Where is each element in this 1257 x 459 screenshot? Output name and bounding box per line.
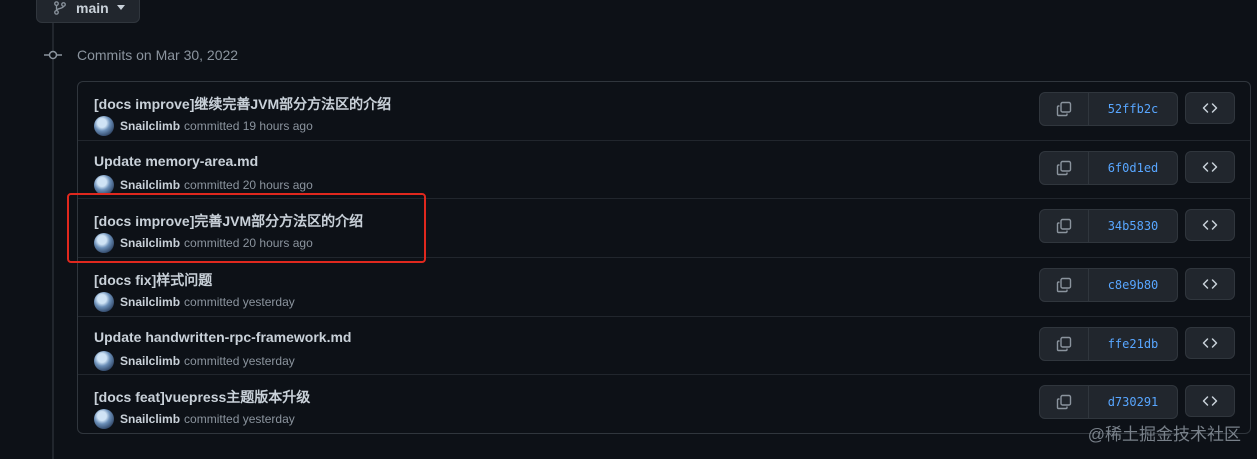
commit-sha-link[interactable]: 6f0d1ed: [1089, 152, 1177, 184]
git-commit-icon: [44, 50, 62, 60]
commit-sha-link[interactable]: 52ffb2c: [1089, 93, 1177, 125]
code-icon: [1202, 220, 1218, 231]
commit-group-title: Commits on Mar 30, 2022: [77, 47, 239, 63]
copy-sha-button[interactable]: [1040, 268, 1089, 301]
browse-repo-button[interactable]: [1185, 385, 1235, 418]
avatar[interactable]: [94, 409, 114, 430]
commit-time: committed yesterday: [184, 353, 295, 368]
commit-time: committed yesterday: [184, 294, 295, 309]
browse-repo-button[interactable]: [1185, 267, 1235, 300]
commit-message-link[interactable]: [docs improve]继续完善JVM部分方法区的介绍: [94, 94, 391, 114]
sha-button-group: 6f0d1ed: [1039, 150, 1178, 185]
branch-selector-button[interactable]: main: [36, 0, 140, 23]
avatar[interactable]: [94, 116, 114, 136]
commit-meta: Snailclimb committed yesterday: [94, 291, 295, 312]
copy-icon: [1056, 219, 1072, 234]
code-icon: [1202, 337, 1218, 348]
commit-meta: Snailclimb committed 20 hours ago: [94, 174, 313, 195]
sha-button-group: 34b5830: [1039, 209, 1178, 244]
browse-repo-button[interactable]: [1185, 326, 1235, 359]
commit-row: Update handwritten-rpc-framework.md Snai…: [78, 317, 1250, 376]
browse-repo-button[interactable]: [1185, 209, 1235, 242]
commit-sha-link[interactable]: d730291: [1089, 386, 1177, 418]
highlight-box: [67, 193, 426, 263]
copy-sha-button[interactable]: [1040, 151, 1089, 184]
author-link[interactable]: Snailclimb: [120, 295, 180, 309]
code-icon: [1202, 161, 1218, 172]
watermark: @稀土掘金技术社区: [1087, 425, 1241, 444]
copy-icon: [1056, 101, 1072, 117]
commit-sha-link[interactable]: c8e9b80: [1089, 269, 1177, 301]
avatar[interactable]: [94, 291, 114, 312]
commit-meta: Snailclimb committed 19 hours ago: [94, 116, 313, 136]
sha-button-group: ffe21db: [1039, 326, 1178, 361]
commit-meta: Snailclimb committed yesterday: [94, 350, 295, 371]
copy-sha-button[interactable]: [1040, 327, 1089, 360]
author-link[interactable]: Snailclimb: [120, 412, 180, 426]
author-link[interactable]: Snailclimb: [120, 178, 180, 192]
copy-icon: [1056, 160, 1072, 175]
git-branch-icon: [54, 0, 66, 15]
avatar[interactable]: [94, 174, 114, 195]
commit-row: [docs improve]继续完善JVM部分方法区的介绍 Snailclimb…: [78, 82, 1250, 141]
copy-icon: [1056, 277, 1072, 293]
code-icon: [1202, 279, 1218, 289]
copy-sha-button[interactable]: [1040, 93, 1089, 125]
copy-icon: [1056, 336, 1072, 351]
commit-row: [docs feat]vuepress主题版本升级 Snailclimb com…: [78, 375, 1250, 434]
commit-row: [docs fix]样式问题 Snailclimb committed yest…: [78, 258, 1250, 317]
commit-message-link[interactable]: Update memory-area.md: [94, 153, 258, 169]
branch-label: main: [76, 0, 109, 16]
commit-sha-link[interactable]: ffe21db: [1089, 328, 1177, 360]
commit-time: committed 19 hours ago: [184, 119, 313, 133]
avatar[interactable]: [94, 350, 114, 371]
author-link[interactable]: Snailclimb: [120, 354, 180, 368]
code-icon: [1202, 103, 1218, 113]
browse-repo-button[interactable]: [1185, 92, 1235, 124]
commit-message-link[interactable]: Update handwritten-rpc-framework.md: [94, 329, 351, 345]
commit-message-link[interactable]: [docs fix]样式问题: [94, 270, 212, 290]
sha-button-group: d730291: [1039, 385, 1178, 420]
timeline-line: [52, 0, 54, 459]
commit-meta: Snailclimb committed yesterday: [94, 409, 295, 430]
sha-button-group: 52ffb2c: [1039, 92, 1178, 126]
sha-button-group: c8e9b80: [1039, 267, 1178, 302]
commit-message-link[interactable]: [docs feat]vuepress主题版本升级: [94, 387, 310, 407]
commit-sha-link[interactable]: 34b5830: [1089, 210, 1177, 242]
commit-row: Update memory-area.md Snailclimb committ…: [78, 141, 1250, 200]
browse-repo-button[interactable]: [1185, 150, 1235, 183]
commit-time: committed yesterday: [184, 412, 295, 427]
chevron-down-icon: [116, 5, 125, 10]
copy-icon: [1056, 395, 1072, 410]
commit-time: committed 20 hours ago: [184, 177, 313, 192]
code-icon: [1202, 396, 1218, 407]
author-link[interactable]: Snailclimb: [120, 119, 180, 133]
copy-sha-button[interactable]: [1040, 386, 1089, 419]
copy-sha-button[interactable]: [1040, 210, 1089, 243]
